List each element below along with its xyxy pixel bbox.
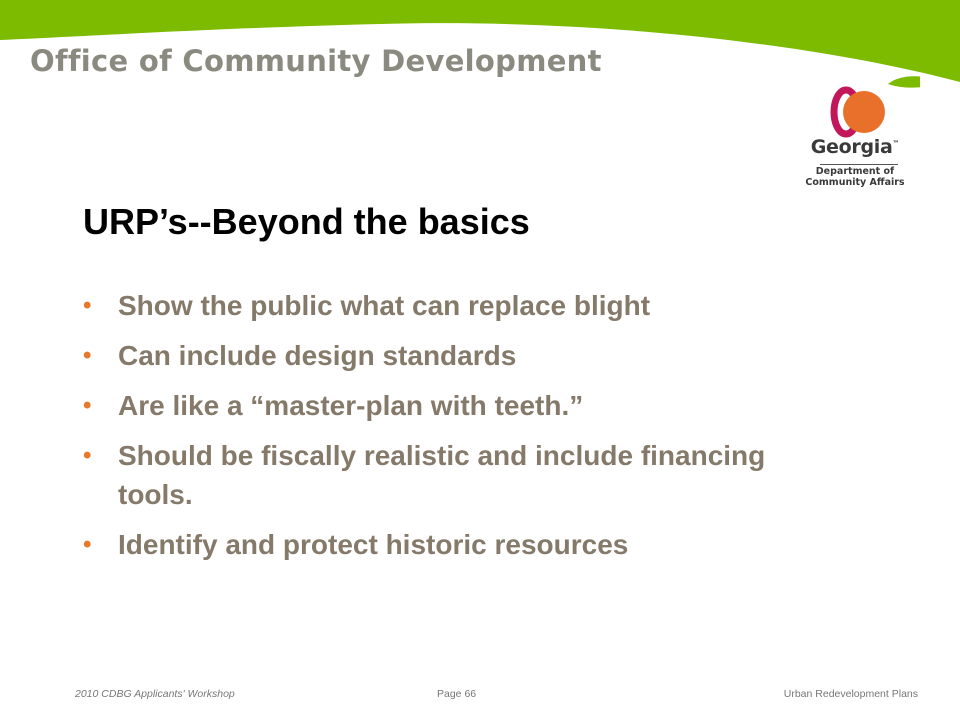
bullet-list: • Show the public what can replace bligh… xyxy=(83,286,803,575)
bullet-text: Should be fiscally realistic and include… xyxy=(118,440,766,510)
bullet-text: Are like a “master-plan with teeth.” xyxy=(118,390,584,421)
bullet-text: Can include design standards xyxy=(118,340,517,371)
bullet-icon: • xyxy=(83,392,92,419)
bullet-text: Show the public what can replace blight xyxy=(118,290,651,321)
slide-title: URP’s--Beyond the basics xyxy=(83,201,530,242)
org-name: Office of Community Development xyxy=(30,44,602,78)
logo-subtitle-line1: Department of xyxy=(815,166,895,177)
bullet-item: • Show the public what can replace bligh… xyxy=(83,286,803,325)
slide: Office of Community Development Georgia™… xyxy=(0,0,960,720)
bullet-item: • Are like a “master-plan with teeth.” xyxy=(83,386,803,425)
bullet-item: • Can include design standards xyxy=(83,336,803,375)
bullet-icon: • xyxy=(83,531,92,558)
footer-section: Urban Redevelopment Plans xyxy=(783,688,918,700)
bullet-icon: • xyxy=(83,442,92,469)
logo-subtitle: Department of Community Affairs xyxy=(800,166,910,188)
bullet-icon: • xyxy=(83,342,92,369)
logo-divider xyxy=(820,164,898,165)
georgia-dca-logo: Georgia™ Department of Community Affairs xyxy=(800,72,920,192)
bullet-text: Identify and protect historic resources xyxy=(118,529,629,560)
peach-icon xyxy=(830,76,920,138)
logo-wordmark: Georgia™ xyxy=(810,136,900,158)
footer-workshop: 2010 CDBG Applicants' Workshop xyxy=(75,688,235,700)
logo-subtitle-line2: Community Affairs xyxy=(805,177,905,188)
bullet-item: • Should be fiscally realistic and inclu… xyxy=(83,436,803,514)
footer-page-number: Page 66 xyxy=(437,688,477,700)
bullet-icon: • xyxy=(83,292,92,319)
bullet-item: • Identify and protect historic resource… xyxy=(83,525,803,564)
